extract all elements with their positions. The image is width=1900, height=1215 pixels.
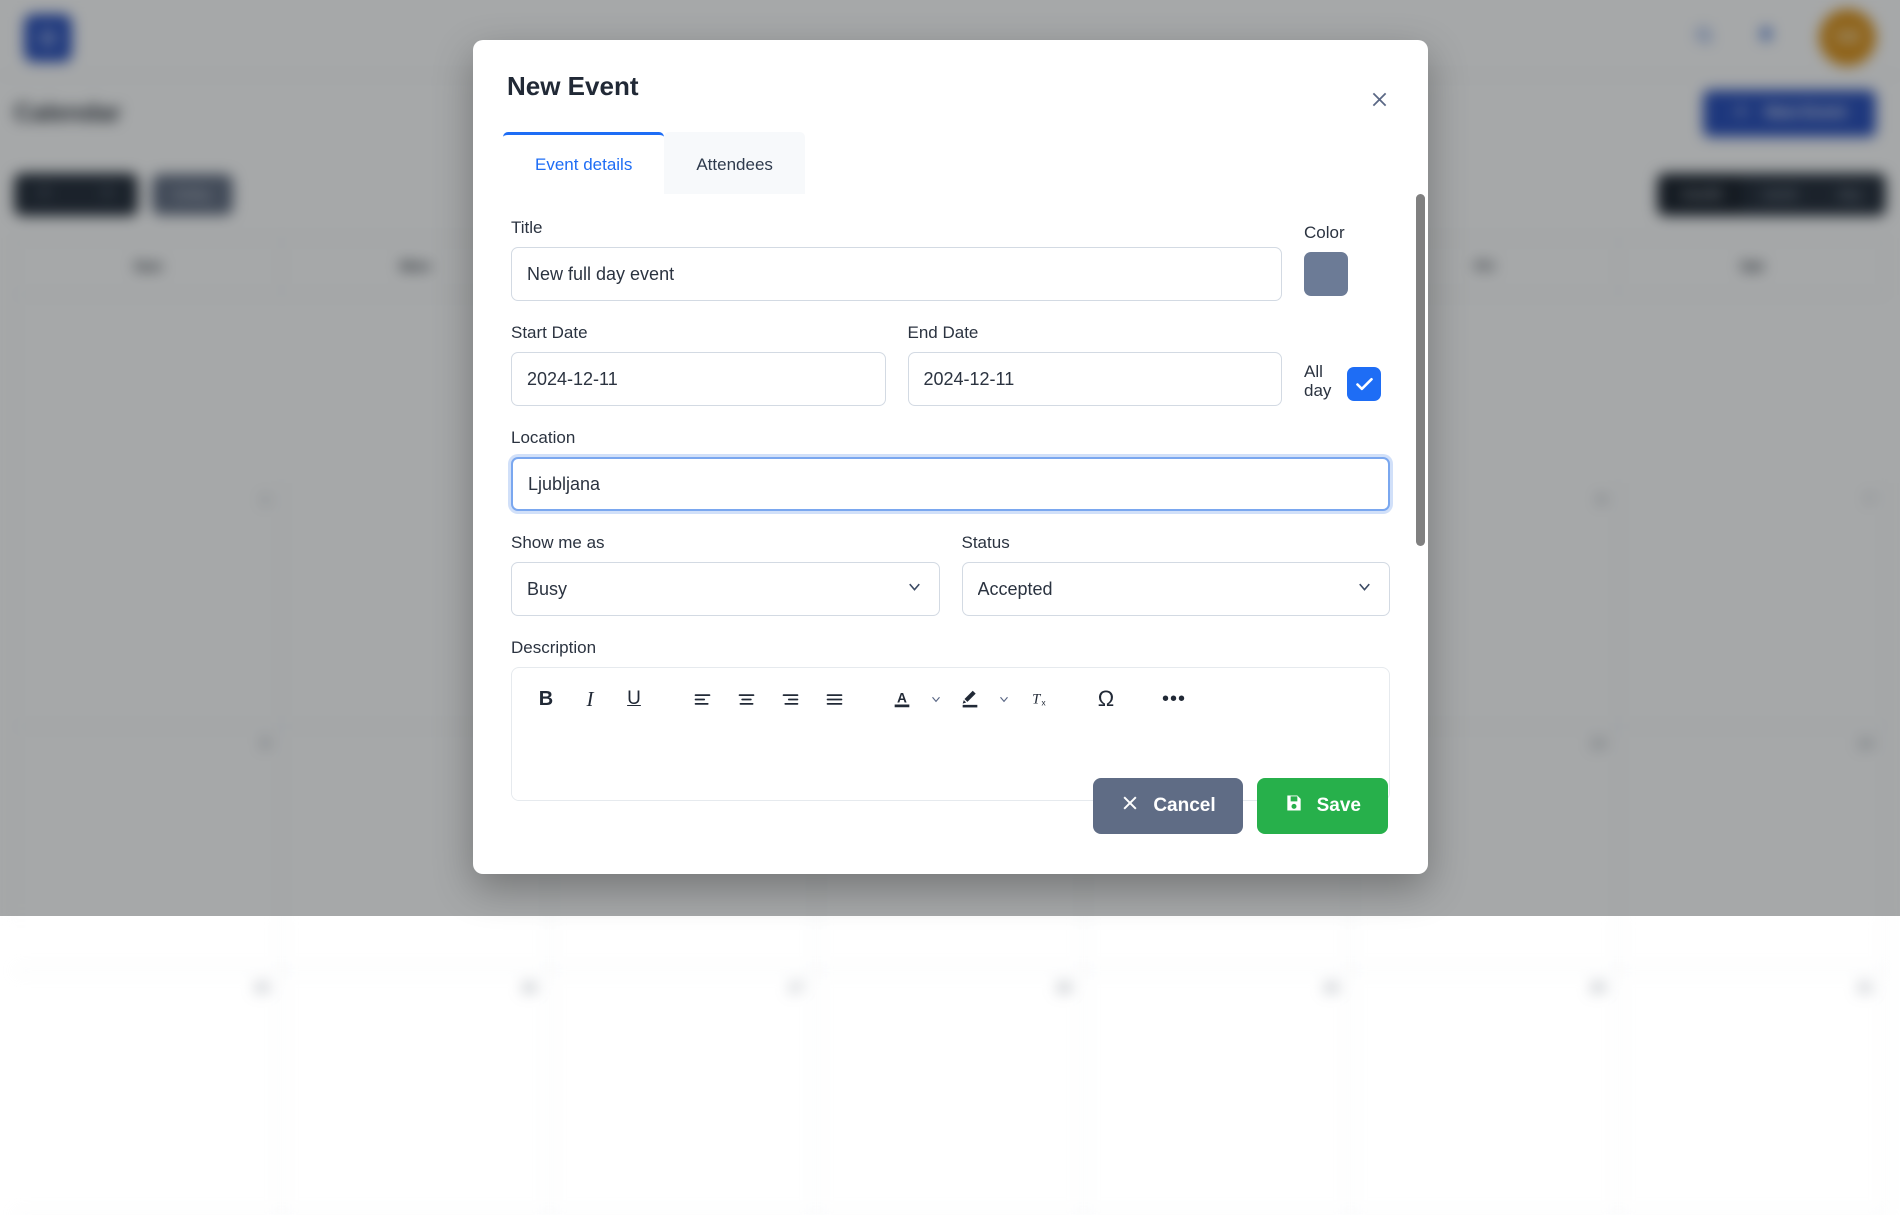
svg-text:x: x — [1041, 698, 1046, 707]
start-date-input[interactable] — [511, 352, 886, 406]
close-icon[interactable] — [1362, 82, 1396, 116]
editor-toolbar: B I U A — [512, 668, 1389, 730]
close-icon — [1120, 793, 1140, 819]
cancel-button[interactable]: Cancel — [1093, 778, 1242, 834]
all-day-label: All day — [1304, 363, 1338, 400]
title-label: Title — [511, 218, 1282, 238]
title-color-row: Title Color — [511, 218, 1390, 301]
bold-icon[interactable]: B — [524, 677, 568, 721]
status-select[interactable] — [962, 562, 1391, 616]
showas-status-row: Show me as Status — [511, 533, 1390, 616]
description-label: Description — [511, 638, 1390, 658]
show-me-as-label: Show me as — [511, 533, 940, 553]
calendar-day-cell[interactable]: 19 — [1084, 971, 1351, 1215]
title-input[interactable] — [511, 247, 1282, 301]
dialog-footer: Cancel Save — [1093, 778, 1388, 834]
more-options-icon[interactable]: ••• — [1152, 677, 1196, 721]
tab-event-details[interactable]: Event details — [503, 132, 664, 194]
location-input[interactable] — [511, 457, 1390, 511]
dialog-body: Title Color Start Date End Date All day — [473, 194, 1428, 874]
end-date-group: End Date — [908, 323, 1283, 406]
dialog-tabs: Event details Attendees — [473, 132, 1428, 194]
dialog-scrollbar[interactable] — [1416, 194, 1425, 546]
show-me-as-select[interactable] — [511, 562, 940, 616]
all-day-group: All day — [1304, 363, 1390, 406]
calendar-day-cell[interactable]: 16 — [282, 971, 549, 1215]
status-group: Status — [962, 533, 1391, 616]
show-me-as-group: Show me as — [511, 533, 940, 616]
location-label: Location — [511, 428, 1390, 448]
location-group: Location — [511, 428, 1390, 511]
start-date-group: Start Date — [511, 323, 886, 406]
cancel-label: Cancel — [1153, 795, 1215, 817]
svg-text:A: A — [897, 691, 907, 706]
floppy-disk-icon — [1284, 793, 1304, 819]
color-label: Color — [1304, 223, 1390, 243]
save-button[interactable]: Save — [1257, 778, 1388, 834]
align-center-icon[interactable] — [724, 677, 768, 721]
dialog-header: New Event — [473, 40, 1428, 132]
underline-icon[interactable]: U — [612, 677, 656, 721]
dates-allday-row: Start Date End Date All day — [511, 323, 1390, 406]
calendar-day-cell[interactable]: 15 — [15, 971, 282, 1215]
new-event-dialog: New Event Event details Attendees Title … — [473, 40, 1428, 874]
highlight-chevron-icon[interactable] — [992, 677, 1016, 721]
calendar-day-cell[interactable]: 21 — [1619, 971, 1886, 1215]
title-field-group: Title — [511, 218, 1282, 301]
color-field-group: Color — [1304, 223, 1390, 301]
special-character-icon[interactable]: Ω — [1084, 677, 1128, 721]
save-label: Save — [1317, 795, 1361, 817]
calendar-day-cell[interactable]: 20 — [1351, 971, 1618, 1215]
italic-icon[interactable]: I — [568, 677, 612, 721]
align-left-icon[interactable] — [680, 677, 724, 721]
align-justify-icon[interactable] — [812, 677, 856, 721]
tab-attendees[interactable]: Attendees — [664, 132, 805, 194]
start-date-label: Start Date — [511, 323, 886, 343]
end-date-label: End Date — [908, 323, 1283, 343]
calendar-day-cell[interactable]: 18 — [817, 971, 1084, 1215]
calendar-day-cell[interactable]: 17 — [550, 971, 817, 1215]
end-date-input[interactable] — [908, 352, 1283, 406]
color-swatch-button[interactable] — [1304, 252, 1348, 296]
font-color-chevron-icon[interactable] — [924, 677, 948, 721]
dialog-title: New Event — [507, 71, 639, 102]
highlight-color-icon[interactable] — [948, 677, 992, 721]
all-day-checkbox[interactable] — [1347, 367, 1381, 401]
status-label: Status — [962, 533, 1391, 553]
align-right-icon[interactable] — [768, 677, 812, 721]
clear-formatting-icon[interactable]: Tx — [1016, 677, 1060, 721]
font-color-icon[interactable]: A — [880, 677, 924, 721]
description-group: Description B I U — [511, 638, 1390, 801]
